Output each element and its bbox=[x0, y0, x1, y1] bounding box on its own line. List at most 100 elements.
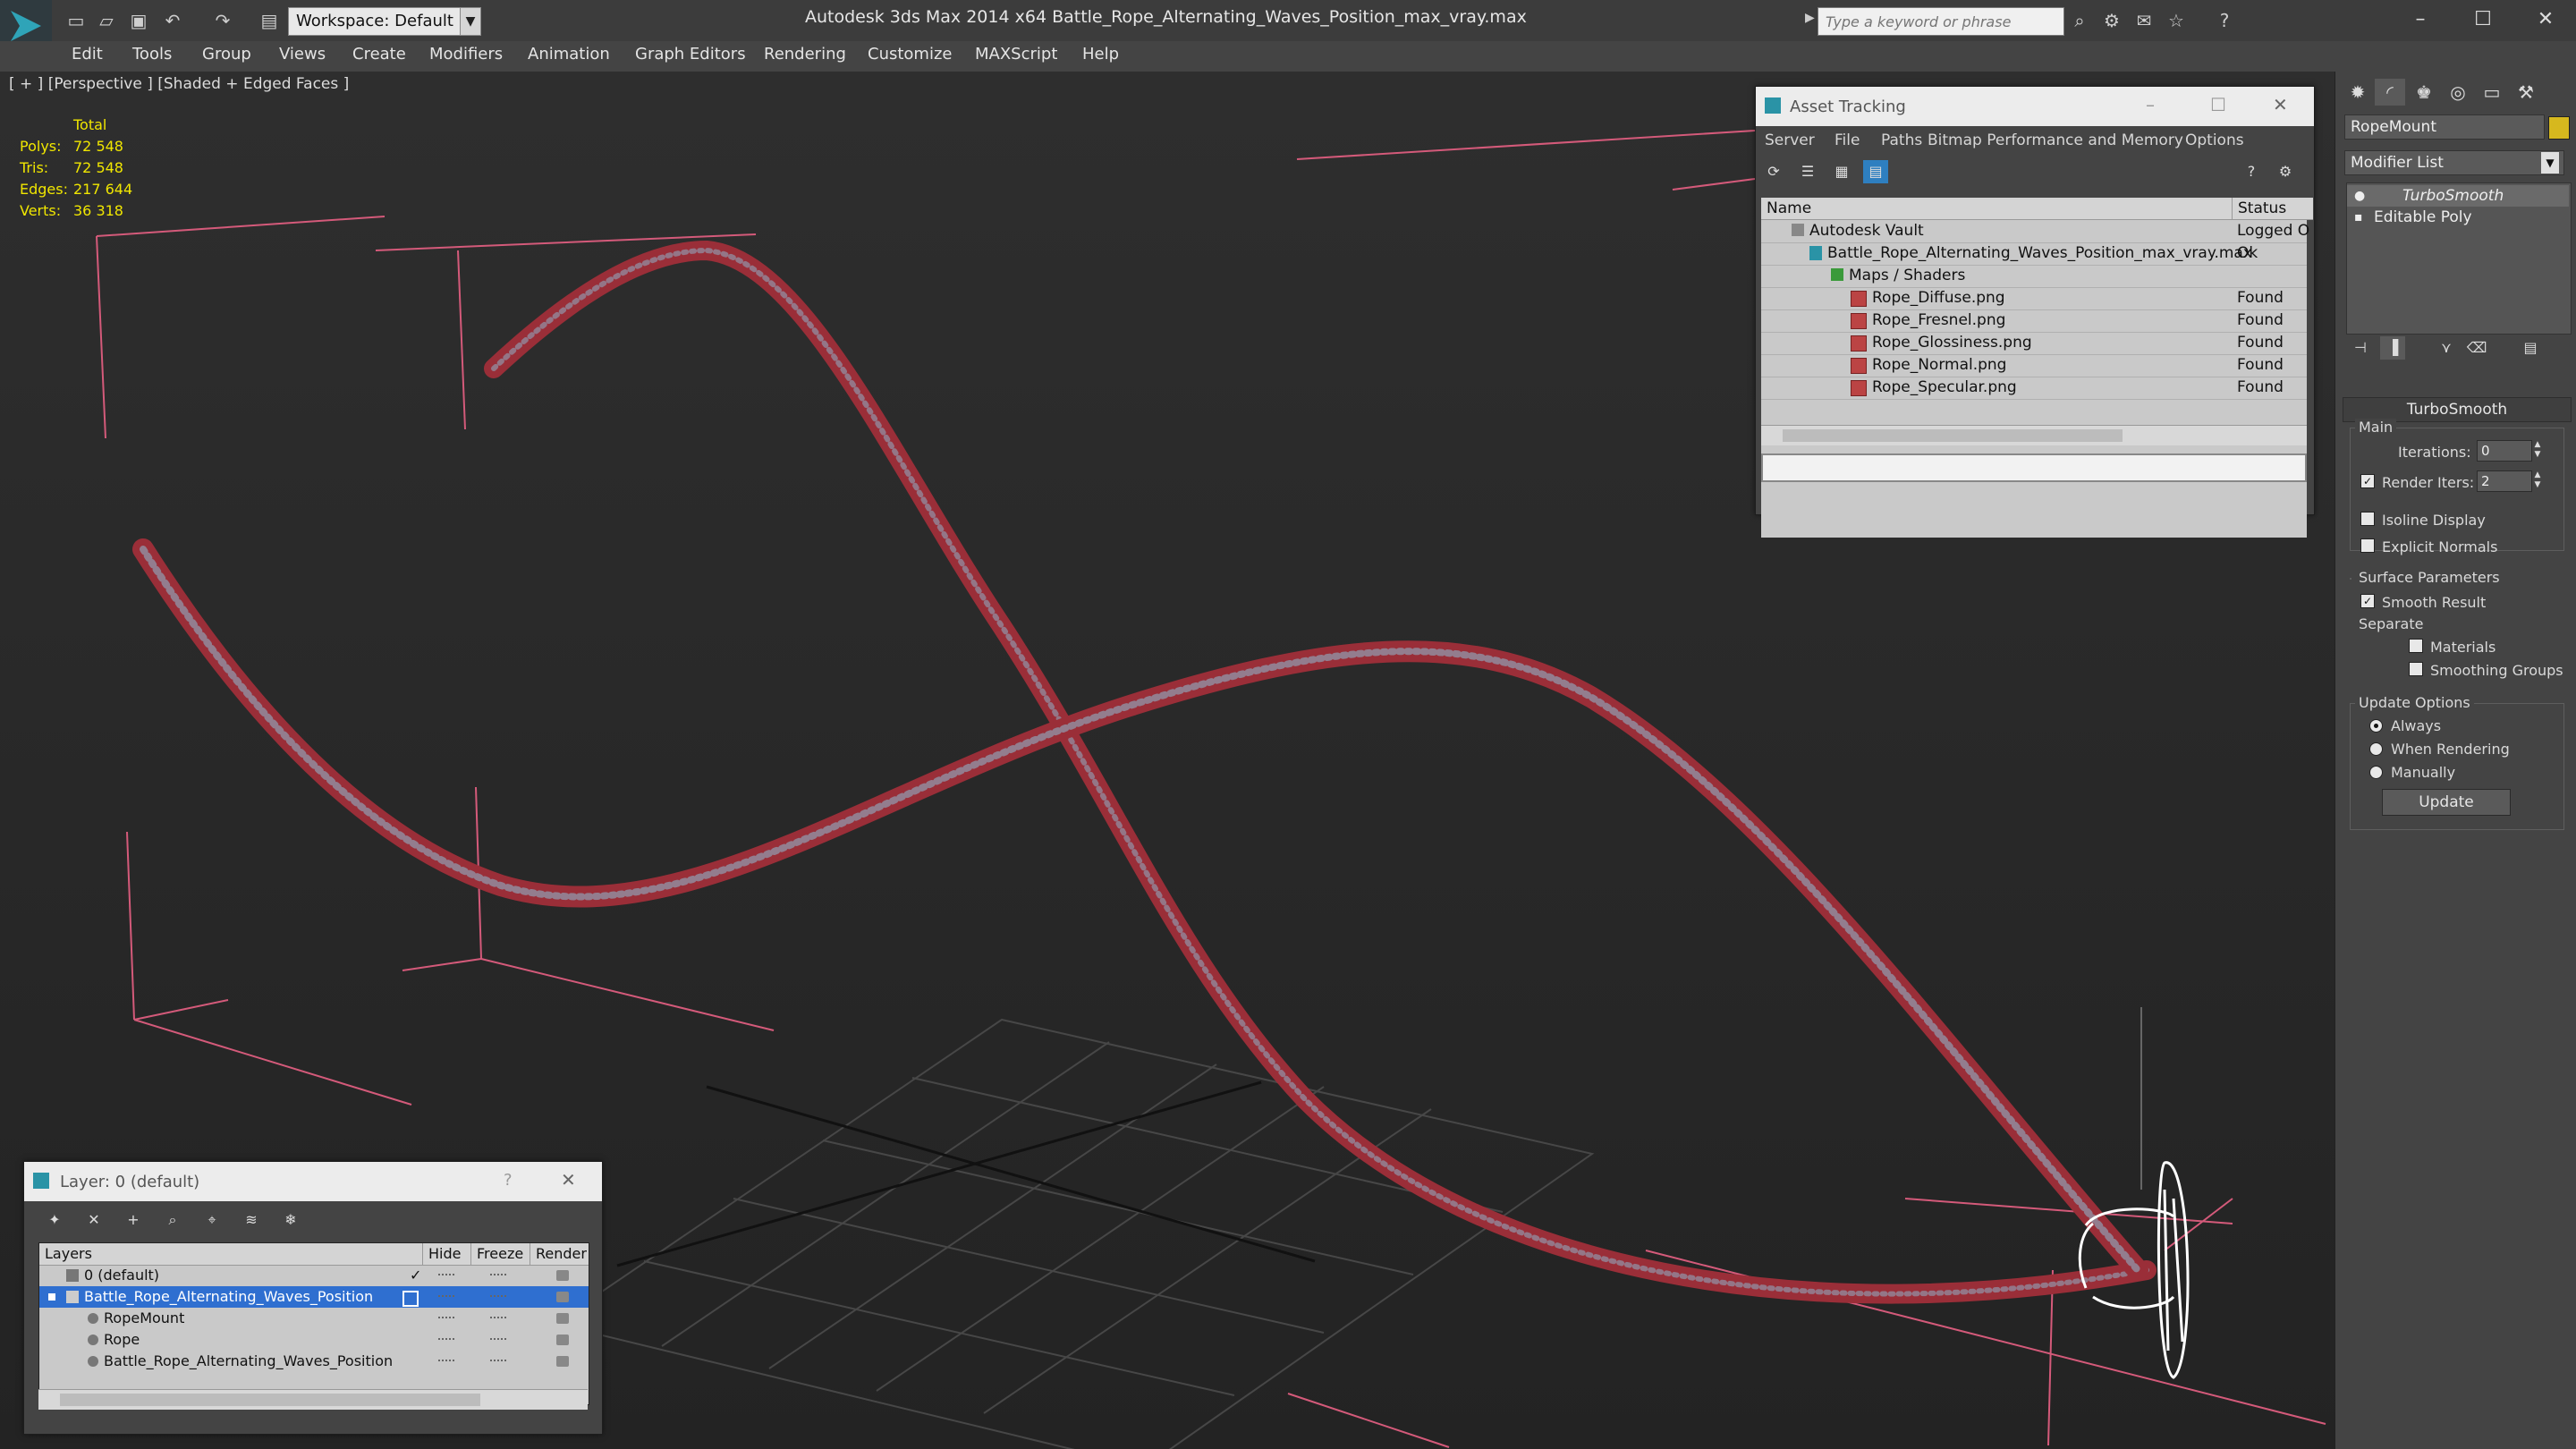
close-icon[interactable]: ✕ bbox=[2519, 4, 2572, 36]
when-rendering-radio[interactable] bbox=[2369, 742, 2383, 756]
column-hide[interactable]: Hide bbox=[422, 1243, 461, 1265]
menu-help[interactable]: Help bbox=[1082, 45, 1119, 64]
menu-animation[interactable]: Animation bbox=[528, 45, 610, 64]
asset-tracking-titlebar[interactable]: Asset Tracking – ☐ ✕ bbox=[1756, 87, 2314, 126]
hide-toggle[interactable] bbox=[438, 1360, 454, 1365]
render-teapot-icon[interactable] bbox=[556, 1270, 569, 1281]
menu-create[interactable]: Create bbox=[352, 45, 406, 64]
close-icon[interactable]: ✕ bbox=[2273, 94, 2288, 115]
asset-row[interactable]: Maps / Shaders bbox=[1761, 265, 2307, 288]
freeze-toggle[interactable] bbox=[490, 1274, 506, 1279]
open-file-icon[interactable]: ▱ bbox=[95, 9, 118, 32]
menu-graph-editors[interactable]: Graph Editors bbox=[635, 45, 746, 64]
collapse-icon[interactable] bbox=[48, 1293, 55, 1301]
modifier-list-dropdown[interactable]: Modifier List bbox=[2344, 150, 2564, 175]
manually-radio[interactable] bbox=[2369, 766, 2383, 779]
column-render[interactable]: Render bbox=[530, 1243, 587, 1265]
add-to-layer-icon[interactable]: + bbox=[121, 1208, 146, 1232]
hide-toggle[interactable] bbox=[438, 1338, 454, 1343]
freeze-toggle[interactable] bbox=[490, 1360, 506, 1365]
pin-stack-icon[interactable]: ⊣ bbox=[2348, 336, 2373, 360]
show-end-result-icon[interactable]: ▐ bbox=[2380, 336, 2405, 360]
asset-row[interactable]: Rope_Normal.png Found bbox=[1761, 354, 2307, 377]
hierarchy-tab-icon[interactable]: ♚ bbox=[2409, 79, 2439, 106]
chevron-down-icon[interactable]: ▼ bbox=[2541, 152, 2559, 174]
menu-views[interactable]: Views bbox=[279, 45, 326, 64]
layer-dialog-titlebar[interactable]: Layer: 0 (default) ? ✕ bbox=[24, 1162, 602, 1201]
asset-menu-options[interactable]: Options bbox=[2185, 131, 2244, 149]
asset-row[interactable]: Rope_Fresnel.png Found bbox=[1761, 309, 2307, 333]
settings-icon[interactable]: ⚙ bbox=[2273, 160, 2298, 183]
render-teapot-icon[interactable] bbox=[556, 1356, 569, 1367]
table-view-icon[interactable]: ▦ bbox=[1829, 160, 1854, 183]
column-layers[interactable]: Layers bbox=[45, 1243, 92, 1265]
menu-customize[interactable]: Customize bbox=[868, 45, 952, 64]
menu-rendering[interactable]: Rendering bbox=[764, 45, 846, 64]
minimize-icon[interactable]: – bbox=[2394, 4, 2447, 36]
asset-menu-paths[interactable]: Paths bbox=[1881, 131, 1922, 149]
column-freeze[interactable]: Freeze bbox=[470, 1243, 523, 1265]
subscription-icon[interactable]: ⚙ bbox=[2100, 9, 2123, 32]
menu-maxscript[interactable]: MAXScript bbox=[975, 45, 1057, 64]
explicit-normals-checkbox[interactable] bbox=[2360, 538, 2375, 553]
communication-center-icon[interactable]: ✉ bbox=[2132, 9, 2156, 32]
hide-all-icon[interactable]: ≋ bbox=[239, 1208, 264, 1232]
hide-toggle[interactable] bbox=[438, 1295, 454, 1301]
create-tab-icon[interactable]: ✹ bbox=[2343, 79, 2373, 106]
save-icon[interactable]: ▣ bbox=[127, 9, 150, 32]
undo-icon[interactable]: ↶ bbox=[161, 9, 184, 32]
minimize-icon[interactable]: – bbox=[2146, 94, 2155, 115]
new-file-icon[interactable]: ▭ bbox=[64, 9, 88, 32]
asset-row[interactable]: Rope_Specular.png Found bbox=[1761, 377, 2307, 400]
materials-checkbox[interactable] bbox=[2409, 639, 2423, 653]
select-objects-icon[interactable]: ⌕ bbox=[160, 1208, 185, 1232]
active-layer-check-icon[interactable]: ✓ bbox=[410, 1265, 421, 1286]
stack-item-turbosmooth[interactable]: ● TurboSmooth bbox=[2347, 185, 2569, 207]
workspace-dropdown[interactable]: Workspace: Default bbox=[288, 7, 467, 36]
path-field[interactable] bbox=[1761, 453, 2307, 482]
hide-toggle[interactable] bbox=[438, 1274, 454, 1279]
favorites-star-icon[interactable]: ☆ bbox=[2165, 9, 2188, 32]
render-iters-checkbox[interactable]: ✓ bbox=[2360, 474, 2375, 488]
spinner-arrows-icon[interactable]: ▲ ▼ bbox=[2532, 470, 2543, 490]
list-view-icon[interactable]: ☰ bbox=[1795, 160, 1820, 183]
layer-row[interactable]: Battle_Rope_Alternating_Waves_Position bbox=[39, 1351, 589, 1372]
display-tab-icon[interactable]: ▭ bbox=[2477, 79, 2507, 106]
scrollbar-thumb[interactable] bbox=[1783, 429, 2123, 442]
asset-menu-server[interactable]: Server bbox=[1765, 131, 1815, 149]
set-current-checkbox[interactable] bbox=[402, 1291, 419, 1307]
asset-row[interactable]: Rope_Diffuse.png Found bbox=[1761, 287, 2307, 310]
chevron-down-icon[interactable]: ▼ bbox=[460, 7, 481, 36]
search-input[interactable] bbox=[1818, 8, 2060, 35]
utilities-tab-icon[interactable]: ⚒ bbox=[2511, 79, 2541, 106]
column-status[interactable]: Status bbox=[2232, 198, 2313, 220]
spinner-arrows-icon[interactable]: ▲ ▼ bbox=[2532, 440, 2543, 460]
column-name[interactable]: Name bbox=[1761, 198, 2235, 220]
redo-icon[interactable]: ↷ bbox=[211, 9, 234, 32]
menu-tools[interactable]: Tools bbox=[132, 45, 172, 64]
maximize-icon[interactable]: ☐ bbox=[2456, 4, 2510, 36]
motion-tab-icon[interactable]: ◎ bbox=[2443, 79, 2473, 106]
menu-group[interactable]: Group bbox=[202, 45, 251, 64]
asset-row[interactable]: Rope_Glossiness.png Found bbox=[1761, 332, 2307, 355]
refresh-icon[interactable]: ⟳ bbox=[1761, 160, 1786, 183]
render-teapot-icon[interactable] bbox=[556, 1292, 569, 1302]
layer-row-selected[interactable]: Battle_Rope_Alternating_Waves_Position bbox=[39, 1286, 589, 1308]
layer-row[interactable]: 0 (default) ✓ bbox=[39, 1265, 589, 1286]
hide-toggle[interactable] bbox=[438, 1317, 454, 1322]
render-iters-spinner[interactable]: 2 bbox=[2477, 470, 2532, 492]
delete-layer-icon[interactable]: ✕ bbox=[81, 1208, 106, 1232]
freeze-all-icon[interactable]: ❄ bbox=[278, 1208, 303, 1232]
smooth-result-checkbox[interactable]: ✓ bbox=[2360, 594, 2375, 608]
menu-modifiers[interactable]: Modifiers bbox=[429, 45, 503, 64]
scrollbar-thumb[interactable] bbox=[60, 1394, 480, 1406]
layer-row[interactable]: Rope bbox=[39, 1329, 589, 1351]
smoothing-groups-checkbox[interactable] bbox=[2409, 662, 2423, 676]
binoculars-icon[interactable]: ⌕ bbox=[2068, 9, 2091, 32]
create-layer-icon[interactable]: ✦ bbox=[42, 1208, 67, 1232]
object-color-swatch[interactable] bbox=[2548, 116, 2570, 140]
expand-icon[interactable]: ▪ bbox=[2354, 207, 2363, 228]
make-unique-icon[interactable]: ⋎ bbox=[2434, 336, 2459, 360]
freeze-toggle[interactable] bbox=[490, 1295, 506, 1301]
iterations-spinner[interactable]: 0 bbox=[2477, 440, 2532, 462]
